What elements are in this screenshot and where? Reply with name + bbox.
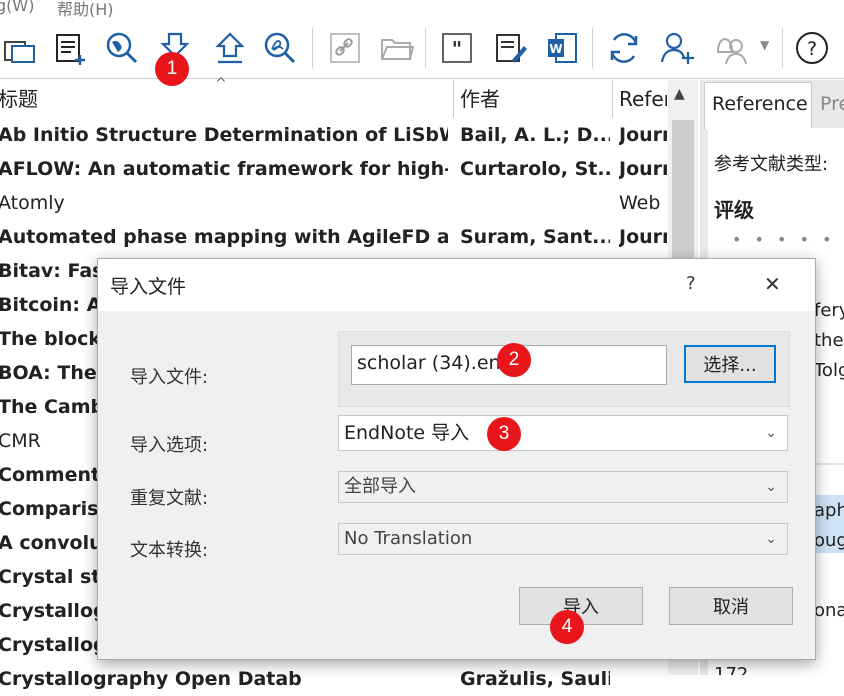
duplicates-label: 重复文献:: [130, 488, 209, 509]
import-option-select[interactable]: EndNote 导入 ⌄: [338, 415, 788, 451]
close-icon[interactable]: ✕: [764, 272, 781, 296]
table-row[interactable]: Ab Initio Structure Determination of LiS…: [0, 118, 668, 152]
dialog-body: 导入文件: scholar (34).enw 选择... 导入选项: EndNo…: [98, 311, 815, 659]
menu-window[interactable]: g(W): [0, 0, 34, 15]
step-badge-4: 4: [550, 610, 584, 644]
column-header-title[interactable]: 标题: [0, 80, 450, 118]
import-option-value: EndNote 导入: [344, 422, 470, 444]
step-badge-3: 3: [487, 417, 521, 451]
detail-fragment: ougl: [814, 530, 844, 551]
column-header-author[interactable]: 作者: [460, 80, 610, 118]
scroll-up-icon[interactable]: ▲: [674, 86, 685, 102]
import-option-label: 导入选项:: [130, 435, 209, 456]
cell-type: Journ: [619, 124, 667, 146]
chevron-down-icon: ⌄: [765, 479, 777, 495]
text-translation-value: No Translation: [344, 528, 473, 549]
chevron-down-icon: ⌄: [765, 531, 777, 547]
dialog-titlebar: 导入文件 ? ✕: [98, 259, 815, 311]
text-translation-label: 文本转换:: [130, 540, 209, 561]
toolbar-separator: [782, 28, 783, 68]
dialog-title: 导入文件: [110, 276, 187, 298]
cell-title: Ab Initio Structure Determination of LiS…: [0, 124, 448, 146]
reftype-label: 参考文献类型:: [714, 154, 829, 175]
chevron-down-icon: ⌄: [765, 425, 777, 441]
toolbar-separator: [425, 28, 426, 68]
help-button[interactable]: ?: [686, 273, 696, 294]
link-icon[interactable]: [325, 28, 365, 68]
menu-help[interactable]: 帮助(H): [57, 0, 114, 20]
cell-type: Journ: [619, 226, 667, 248]
cell-author: Curtarolo, St...: [460, 158, 610, 180]
menubar: g(W) 帮助(H): [0, 0, 844, 22]
column-divider: [612, 80, 613, 118]
toolbar-separator: [592, 28, 593, 68]
step-badge-2: 2: [497, 343, 531, 377]
cite-icon[interactable]: ": [437, 28, 477, 68]
detail-fragment: aph: [814, 500, 844, 521]
tab-preview[interactable]: Pre: [820, 82, 844, 126]
detail-fragment: ona: [814, 600, 844, 621]
table-row[interactable]: Atomly Web: [0, 186, 668, 220]
import-file-label: 导入文件:: [130, 367, 209, 388]
text-translation-select[interactable]: No Translation ⌄: [338, 523, 788, 555]
column-divider: [453, 80, 454, 118]
toolbar-separator: [312, 28, 313, 68]
cell-title: AFLOW: An automatic framework for high-t…: [0, 158, 448, 180]
online-search-icon[interactable]: [102, 28, 142, 68]
rating-stars[interactable]: • • • • •: [732, 230, 836, 249]
library-icon[interactable]: [0, 28, 40, 68]
rating-label: 评级: [714, 198, 754, 222]
table-row[interactable]: AFLOW: An automatic framework for high-t…: [0, 152, 668, 186]
choose-button[interactable]: 选择...: [684, 345, 776, 383]
export-icon[interactable]: [210, 28, 250, 68]
svg-text:": ": [452, 37, 462, 61]
cell-author: Bail, A. L.; D...: [460, 124, 610, 146]
toolbar: " W ▼ ?: [0, 22, 844, 79]
table-row[interactable]: Crystallography Open Datab Gražulis, Saul…: [0, 662, 668, 696]
detail-fragment: 172: [714, 664, 749, 675]
cell-author: Suram, Sant...: [460, 226, 610, 248]
open-pdf-icon[interactable]: [260, 28, 300, 68]
cell-author: Gražulis, Saulius: [460, 668, 610, 690]
svg-text:?: ?: [807, 38, 817, 60]
activity-icon[interactable]: ▼: [710, 28, 769, 68]
chevron-down-icon[interactable]: ▼: [760, 38, 769, 52]
share-icon[interactable]: [657, 28, 697, 68]
cell-title: Atomly: [0, 192, 65, 214]
edit-icon[interactable]: [490, 28, 530, 68]
sync-icon[interactable]: [604, 28, 644, 68]
cell-title: Automated phase mapping with AgileFD an.…: [0, 226, 448, 248]
scrollbar-thumb[interactable]: [672, 120, 694, 280]
word-icon[interactable]: W: [542, 28, 582, 68]
duplicates-select[interactable]: 全部导入 ⌄: [338, 471, 788, 503]
detail-fragment: thew: [814, 330, 844, 351]
help-icon[interactable]: ?: [792, 28, 832, 68]
column-header-reftype[interactable]: Refer: [619, 80, 667, 118]
cell-type: Journ: [619, 158, 667, 180]
table-row[interactable]: Automated phase mapping with AgileFD an.…: [0, 220, 668, 254]
detail-fragment: Tolg: [814, 360, 844, 381]
cancel-button[interactable]: 取消: [669, 587, 793, 625]
cell-title: Crystallography Open Datab: [0, 668, 302, 690]
cell-type: Web: [619, 192, 661, 214]
tab-reference[interactable]: Reference: [712, 82, 808, 126]
import-file-dialog: 导入文件 ? ✕ 导入文件: scholar (34).enw 选择... 导入…: [97, 258, 816, 660]
folder-icon[interactable]: [377, 28, 417, 68]
duplicates-value: 全部导入: [344, 476, 416, 497]
new-reference-icon[interactable]: [50, 28, 90, 68]
detail-fragment: fery: [814, 300, 844, 321]
svg-text:W: W: [549, 42, 562, 56]
